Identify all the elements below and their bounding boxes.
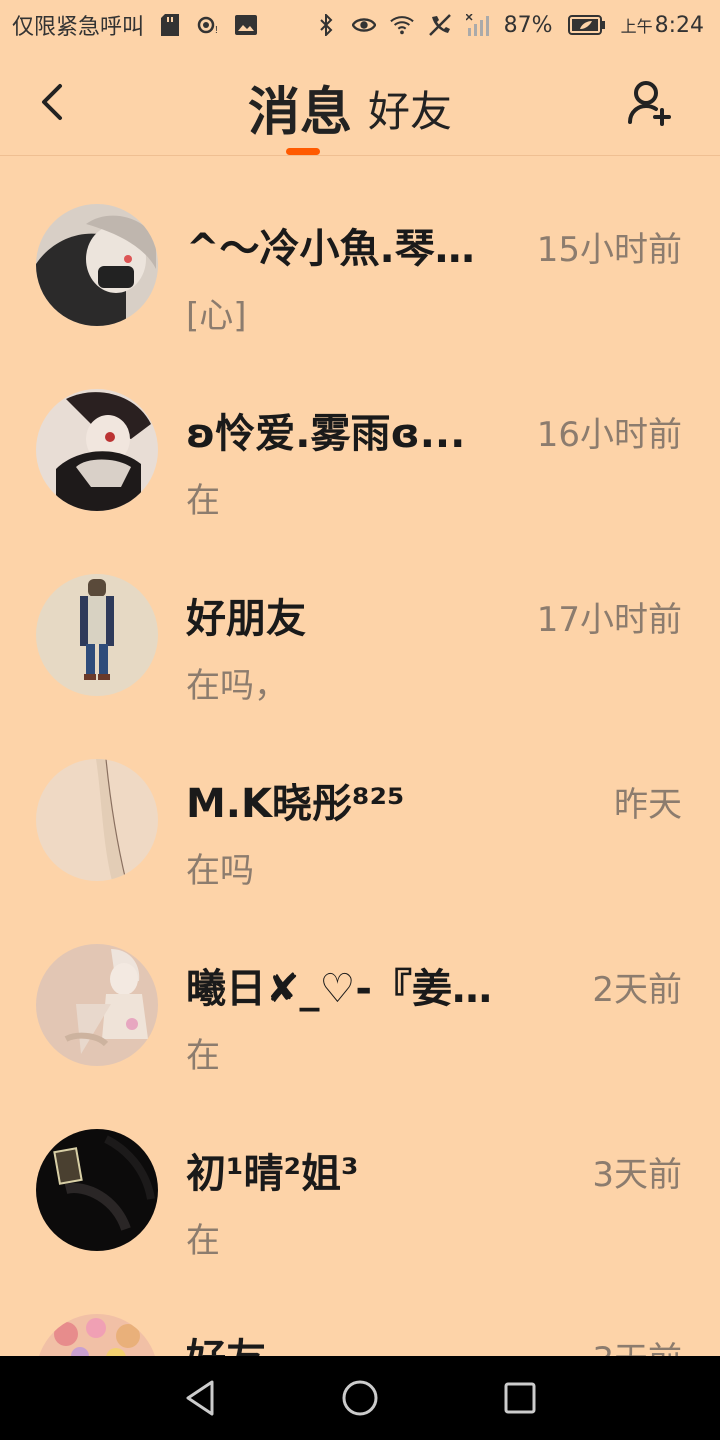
message-preview: [心] — [186, 296, 247, 336]
eye-icon — [351, 13, 376, 37]
message-time: 昨天 — [614, 785, 682, 825]
status-right: 87% 上午8:24 — [314, 13, 704, 38]
clock: 上午8:24 — [621, 13, 704, 38]
system-nav-bar — [0, 1356, 720, 1440]
no-call-icon — [428, 13, 452, 37]
message-preview: 在 — [186, 1036, 220, 1076]
message-preview: 在 — [186, 1221, 220, 1261]
contact-name: 曦日✘_♡-『姜团... — [186, 966, 516, 1012]
avatar — [36, 389, 158, 511]
image-icon — [234, 13, 258, 37]
nav-home-button[interactable] — [338, 1376, 382, 1420]
square-recents-icon — [504, 1382, 536, 1414]
app-header: 消息 好友 — [0, 50, 720, 156]
tab-friends[interactable]: 好友 — [368, 78, 452, 139]
battery-icon — [567, 13, 607, 37]
message-time: 17小时前 — [536, 600, 682, 640]
tab-messages[interactable]: 消息 — [248, 70, 352, 145]
avatar — [36, 1129, 158, 1251]
message-preview: 在 — [186, 481, 220, 521]
conversation-row[interactable]: M.K晓彤⁸²⁵ 昨天 在吗 — [0, 715, 720, 900]
active-tab-indicator — [286, 148, 320, 155]
nav-back-button[interactable] — [178, 1376, 222, 1420]
wifi-icon — [389, 13, 414, 37]
avatar — [36, 944, 158, 1066]
conversation-row[interactable]: 好朋友 17小时前 在吗， — [0, 530, 720, 715]
signal-icon — [465, 13, 490, 37]
nav-recents-button[interactable] — [498, 1376, 542, 1420]
contact-name: M.K晓彤⁸²⁵ — [186, 781, 405, 827]
conversation-row[interactable]: ^〜冷小魚.琴🖤^ 15小时前 [心] — [0, 160, 720, 345]
battery-percentage: 87% — [503, 12, 553, 38]
message-time: 16小时前 — [536, 415, 682, 455]
clock-prefix: 上午 — [620, 16, 653, 36]
conversation-row[interactable]: 初¹晴²姐³ 3天前 在 — [0, 1085, 720, 1270]
hotspot-icon: ! — [196, 13, 220, 37]
conversation-row[interactable]: ʚ怜爱.雾雨ɞ... 16小时前 在 — [0, 345, 720, 530]
status-left: 仅限紧急呼叫 ! — [12, 9, 258, 41]
contact-name: 初¹晴²姐³ — [186, 1151, 359, 1197]
status-bar: 仅限紧急呼叫 ! 87% 上午8:24 — [0, 0, 720, 50]
conversation-row[interactable]: 曦日✘_♡-『姜团... 2天前 在 — [0, 900, 720, 1085]
contact-name: ʚ怜爱.雾雨ɞ... — [186, 411, 466, 457]
sd-card-icon — [158, 13, 182, 37]
add-user-icon — [628, 81, 671, 126]
message-time: 15小时前 — [536, 230, 682, 270]
triangle-back-icon — [186, 1380, 214, 1416]
message-time: 2天前 — [592, 970, 682, 1010]
contact-name: ^〜冷小魚.琴🖤^ — [186, 226, 516, 272]
messages-screen: 仅限紧急呼叫 ! 87% 上午8:24 消息 好友 ^〜冷小魚.琴🖤^ 15小时… — [0, 0, 720, 1440]
svg-text:!: ! — [215, 25, 218, 36]
avatar — [36, 759, 158, 881]
circle-home-icon — [342, 1380, 378, 1416]
conversation-list: ^〜冷小魚.琴🖤^ 15小时前 [心] ʚ怜爱.雾雨ɞ... 16小时前 在 好… — [0, 160, 720, 1440]
avatar — [36, 204, 158, 326]
message-preview: 在吗 — [186, 851, 254, 891]
add-friend-button[interactable] — [626, 78, 674, 128]
contact-name: 好朋友 — [186, 596, 306, 642]
bluetooth-icon — [314, 13, 338, 37]
chevron-left-icon — [42, 84, 62, 120]
back-button[interactable] — [34, 80, 74, 124]
message-time: 3天前 — [592, 1155, 682, 1195]
clock-time: 8:24 — [654, 12, 704, 38]
message-preview: 在吗， — [186, 666, 288, 706]
avatar — [36, 574, 158, 696]
carrier-text: 仅限紧急呼叫 — [12, 15, 145, 40]
